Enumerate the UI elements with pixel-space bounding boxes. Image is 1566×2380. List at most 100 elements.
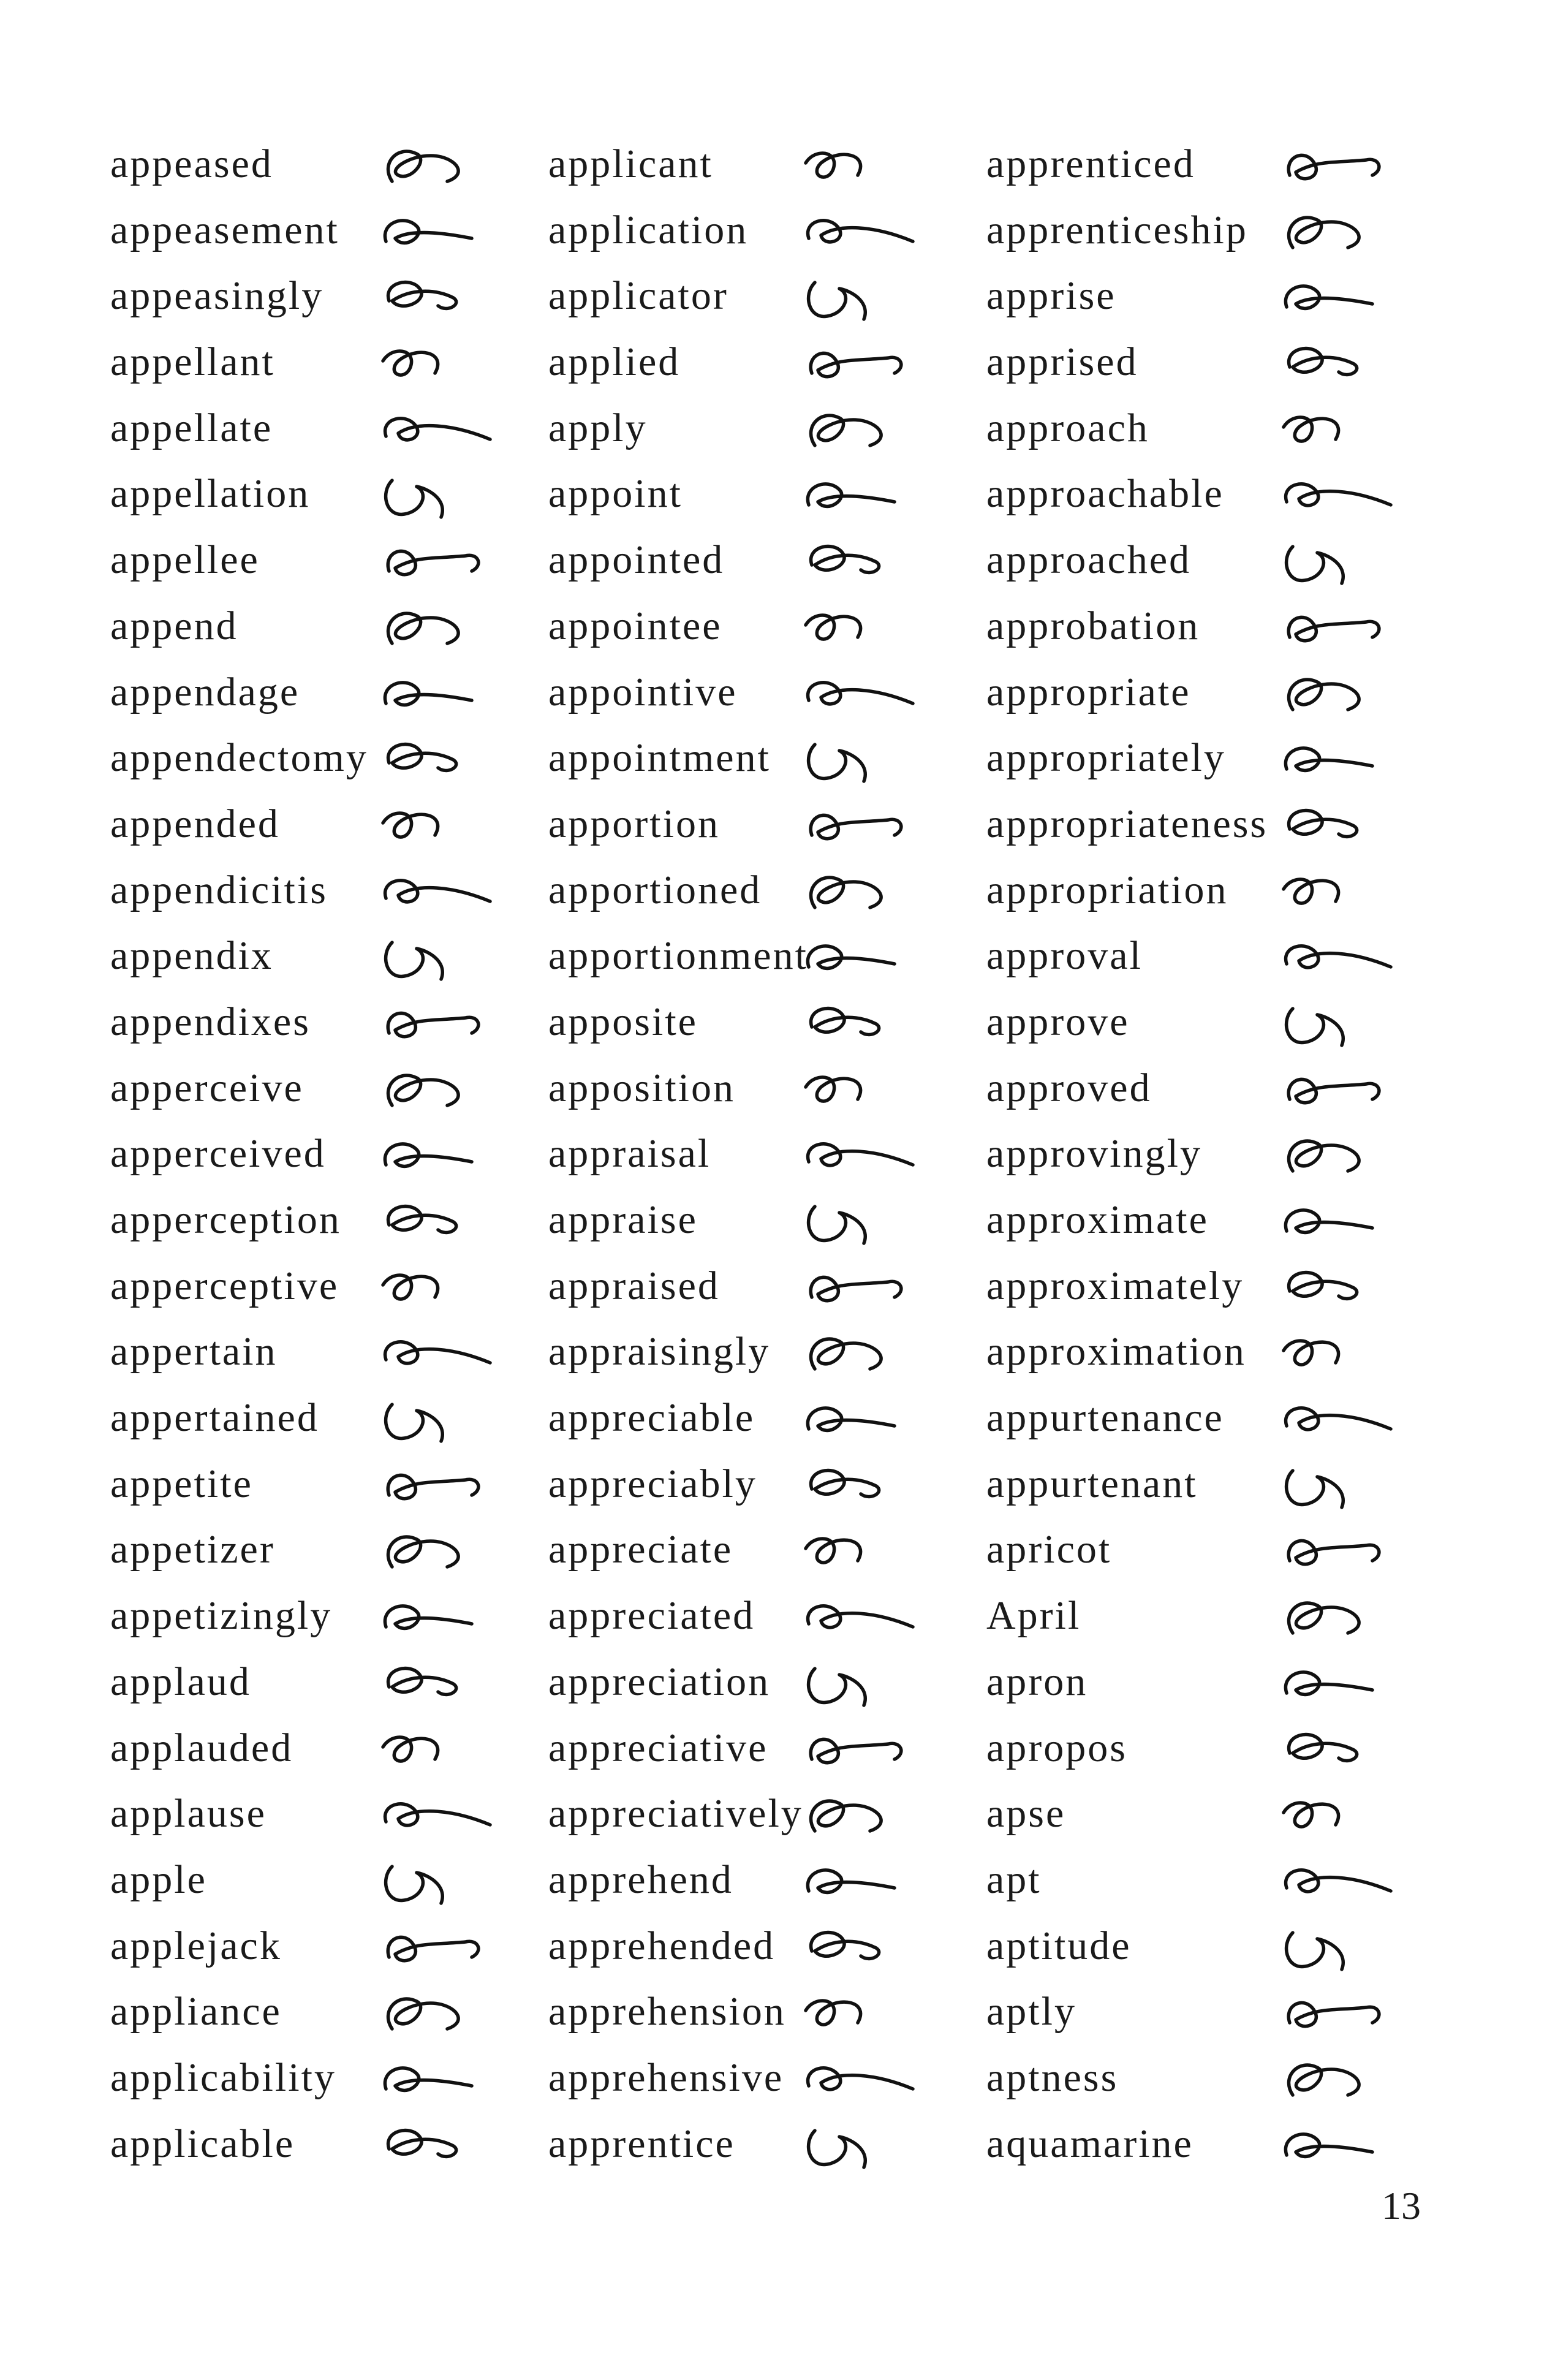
shorthand-outline [806, 944, 896, 971]
shorthand-outline [1287, 215, 1361, 249]
shorthand-outline [807, 1205, 867, 1245]
entry-word: appliance [110, 1989, 282, 2034]
entry-word: applause [110, 1791, 267, 1836]
shorthand-outline [809, 1737, 903, 1764]
entry-word: appropriation [986, 867, 1228, 912]
shorthand-outline [809, 351, 903, 379]
shorthand-outline [1284, 2132, 1374, 2158]
entry-word: appendicitis [110, 867, 328, 912]
entry-word: appraise [548, 1197, 698, 1242]
entry-word: approximation [986, 1329, 1246, 1374]
entry-word: appellant [110, 339, 275, 385]
entry-word: append [110, 603, 238, 648]
entry-word: appreciably [548, 1461, 757, 1506]
shorthand-outline [1287, 677, 1361, 711]
entry-word: appetizingly [110, 1593, 333, 1639]
shorthand-outline [1284, 1406, 1393, 1431]
shorthand-outline [807, 2128, 867, 2169]
entry-word: appurtenant [986, 1461, 1198, 1506]
shorthand-outline [1282, 877, 1341, 905]
shorthand-outline [383, 1340, 492, 1365]
entry-word: appraisingly [548, 1329, 771, 1374]
shorthand-outline [809, 1337, 883, 1371]
entry-word: appertained [110, 1395, 319, 1441]
entry-word: appraisal [548, 1131, 711, 1177]
entry-word: approximately [986, 1263, 1244, 1308]
shorthand-outline [807, 281, 867, 322]
shorthand-outline [1284, 284, 1374, 311]
shorthand-outline [1284, 1868, 1393, 1893]
shorthand-outline [383, 1142, 474, 1169]
shorthand-outline [1282, 415, 1341, 443]
entry-word: apple [110, 1857, 207, 1902]
shorthand-outline [384, 941, 444, 981]
entry-word: appoint [548, 471, 683, 517]
shorthand-outline [1287, 615, 1381, 643]
shorthand-outline [386, 150, 460, 183]
shorthand-outline [1285, 1930, 1345, 1971]
entry-word: apron [986, 1659, 1088, 1704]
shorthand-outline [381, 1735, 440, 1763]
entry-word: appreciation [548, 1659, 771, 1704]
shorthand-outline [1287, 1139, 1361, 1173]
entry-word: approached [986, 537, 1192, 583]
shorthand-outline [1284, 1208, 1374, 1235]
shorthand-outline [386, 1997, 460, 2031]
entry-word: approved [986, 1065, 1152, 1110]
shorthand-outline [381, 811, 440, 839]
entry-word: aptness [986, 2055, 1119, 2100]
entry-word: approach [986, 405, 1149, 450]
entry-word: applejack [110, 1923, 282, 1968]
dictionary-page: appeased appeasement appeasingly appellant a… [0, 0, 1566, 2380]
entry-word: apperception [110, 1197, 341, 1242]
entry-word: apprenticeship [986, 207, 1248, 252]
shorthand-outline [806, 680, 915, 705]
shorthand-outline [1284, 746, 1374, 773]
shorthand-outline [386, 1473, 480, 1501]
shorthand-outline [804, 1999, 863, 2027]
entry-word: appreciatively [548, 1791, 803, 1836]
shorthand-outline [806, 2066, 915, 2091]
shorthand-outline [1287, 1732, 1359, 1762]
entry-word: appreciate [548, 1527, 733, 1572]
entry-word: appraised [548, 1263, 720, 1308]
entry-word: apprenticed [986, 142, 1195, 186]
entry-word: application [548, 207, 749, 252]
shorthand-outline [383, 878, 492, 904]
shorthand-outline [386, 2128, 458, 2158]
entry-word: appellate [110, 405, 273, 450]
entry-word: appurtenance [986, 1395, 1224, 1441]
entry-word: appended [110, 801, 280, 846]
shorthand-outline [806, 1142, 915, 1167]
entry-word: apt [986, 1857, 1042, 1902]
entry-word: apportion [548, 801, 720, 846]
shorthand-outline [1282, 1801, 1341, 1829]
shorthand-outline [381, 1273, 440, 1301]
entry-word: aptly [986, 1989, 1076, 2034]
shorthand-outline [386, 1011, 480, 1039]
shorthand-outline [809, 414, 883, 447]
shorthand-outline [809, 1275, 903, 1302]
shorthand-outline [1284, 1670, 1374, 1696]
shorthand-outline [1284, 482, 1393, 507]
shorthand-outline [383, 2066, 474, 2093]
shorthand-outline [1287, 346, 1359, 377]
entry-word: appointed [548, 537, 725, 583]
shorthand-outline [1285, 545, 1345, 585]
shorthand-outline [806, 218, 915, 244]
shorthand-outline [386, 1535, 460, 1569]
entry-word: appreciative [548, 1725, 768, 1770]
entry-word: appertain [110, 1329, 278, 1374]
shorthand-outline [386, 281, 458, 311]
shorthand-outline [1285, 1007, 1345, 1047]
shorthand-outline [807, 1667, 867, 1707]
shorthand-outline [381, 349, 440, 377]
entry-word: approve [986, 999, 1130, 1044]
entry-word: apse [986, 1791, 1066, 1836]
shorthand-outline [804, 151, 863, 179]
shorthand-outline [1287, 1077, 1381, 1104]
entry-word: appointee [548, 603, 722, 648]
shorthand-outline [1287, 2063, 1361, 2097]
shorthand-outline [384, 1865, 444, 1905]
entry-word: applied [548, 339, 681, 385]
